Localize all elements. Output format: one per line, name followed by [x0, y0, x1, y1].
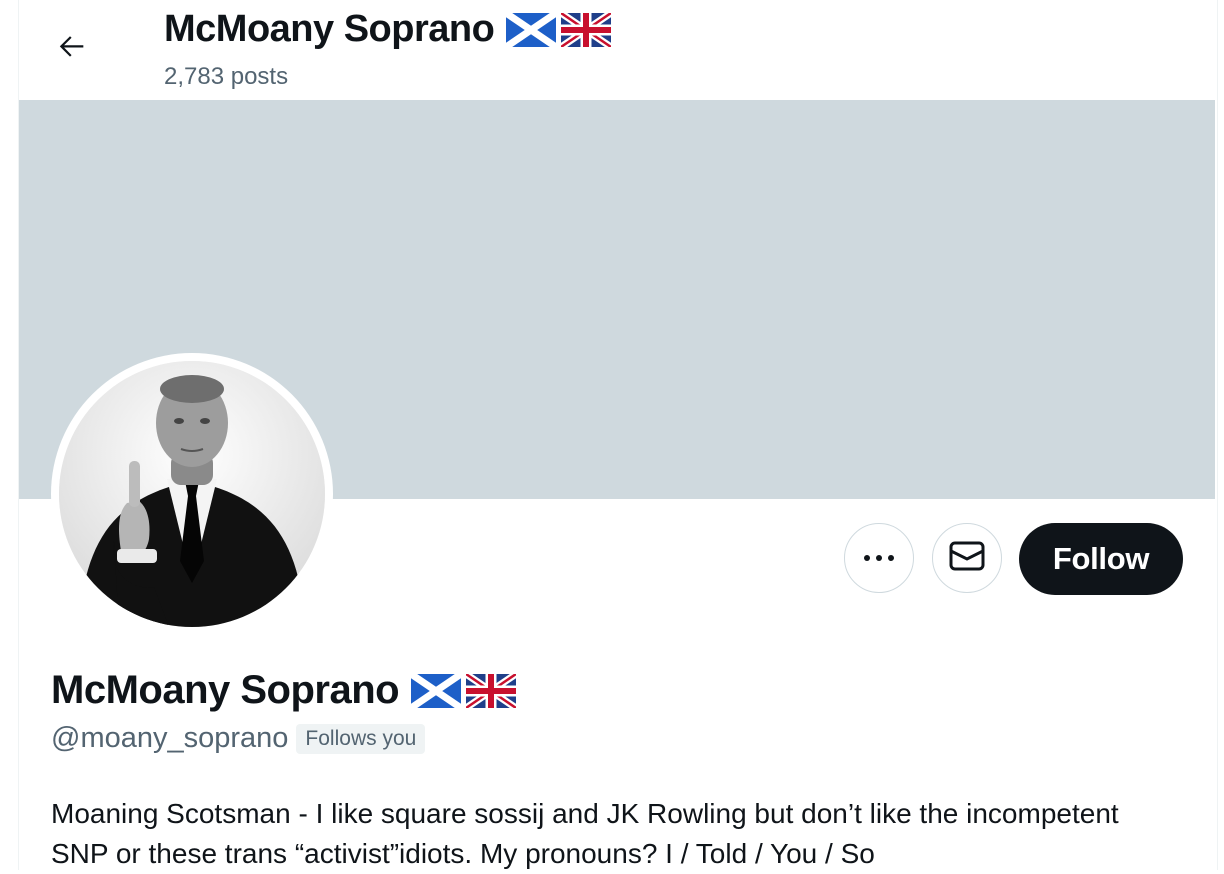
- follows-you-badge: Follows you: [296, 723, 426, 754]
- message-button[interactable]: [932, 523, 1002, 593]
- post-count: 2,783 posts: [164, 63, 289, 90]
- profile-bio: Moaning Scotsman - I like square sossij …: [51, 798, 1119, 869]
- topbar-name: McMoany Soprano: [164, 8, 495, 50]
- avatar[interactable]: [59, 361, 325, 627]
- display-name-flags: [411, 673, 517, 708]
- profile-handle: @moany_soprano: [51, 722, 289, 754]
- scotland-flag-icon: [411, 673, 462, 708]
- arrow-left-icon: [55, 29, 89, 68]
- more-dots-icon: [863, 549, 895, 567]
- profile-display-name: McMoany Soprano: [51, 668, 517, 713]
- display-name-text: McMoany Soprano: [51, 668, 400, 712]
- follow-button[interactable]: Follow: [1019, 523, 1183, 595]
- scotland-flag-icon: [506, 12, 557, 47]
- topbar-title: McMoany Soprano: [164, 8, 612, 51]
- uk-flag-icon: [561, 12, 612, 47]
- back-button[interactable]: [50, 26, 94, 70]
- envelope-icon: [949, 541, 985, 576]
- uk-flag-icon: [466, 673, 517, 708]
- topbar-flags: [506, 12, 612, 47]
- handle-row: @moany_soprano Follows you: [51, 722, 426, 755]
- more-button[interactable]: [844, 523, 914, 593]
